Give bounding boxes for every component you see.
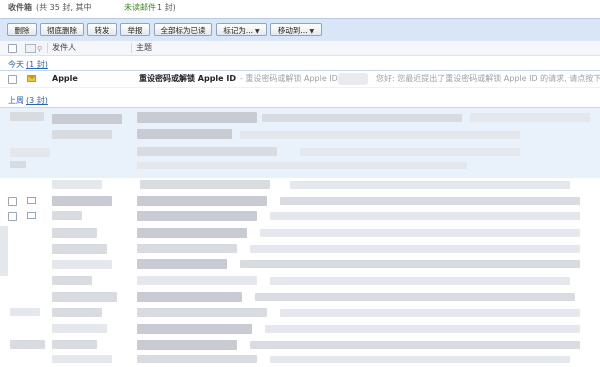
blurred-block bbox=[137, 112, 257, 123]
blurred-block bbox=[52, 292, 117, 302]
blurred-block bbox=[52, 355, 112, 363]
group-last-week-label: 上周 bbox=[8, 96, 24, 105]
blurred-block bbox=[470, 113, 590, 122]
group-last-week-count: (3 封) bbox=[26, 96, 48, 105]
blurred-block bbox=[265, 325, 580, 333]
move-to-dropdown[interactable]: 移动到... ▼ bbox=[270, 23, 322, 36]
group-today-count: (1 封) bbox=[26, 60, 48, 69]
mark-as-dropdown[interactable]: 标记为... ▼ bbox=[216, 23, 267, 36]
blurred-block bbox=[240, 131, 520, 139]
blurred-block bbox=[137, 162, 467, 169]
folder-title-bar: 收件箱 (共 35 封, 其中 未读邮件 1 封) bbox=[0, 0, 600, 16]
message-checkbox[interactable] bbox=[8, 212, 17, 221]
blurred-block bbox=[10, 148, 50, 157]
blurred-block bbox=[270, 277, 570, 285]
blurred-block bbox=[137, 324, 252, 334]
blurred-block bbox=[290, 181, 570, 189]
message-list-header: ⚲ 发件人 主题 bbox=[0, 41, 600, 56]
message-subject: 重设密码或解锁 Apple ID bbox=[139, 74, 236, 83]
mark-all-read-button[interactable]: 全部标为已读 bbox=[154, 23, 212, 36]
sender-column-header[interactable]: 发件人 bbox=[52, 41, 76, 55]
blurred-block bbox=[300, 148, 520, 156]
blurred-block bbox=[137, 196, 267, 206]
message-row[interactable]: Apple 重设密码或解锁 Apple ID - 重设密码或解锁 Apple I… bbox=[0, 71, 600, 88]
blurred-block bbox=[52, 308, 102, 317]
blurred-block bbox=[262, 114, 462, 122]
blurred-block bbox=[280, 197, 580, 205]
blurred-block bbox=[137, 211, 257, 221]
select-all-checkbox[interactable] bbox=[8, 44, 17, 53]
unread-envelope-icon bbox=[27, 75, 36, 82]
message-preview-body: 您好: 您最近提出了重设密码或解锁 Apple ID 的请求, 请点按下 bbox=[376, 74, 600, 83]
blurred-block bbox=[10, 340, 45, 349]
blurred-block bbox=[270, 212, 580, 220]
report-spam-button[interactable]: 举报 bbox=[120, 23, 150, 36]
blurred-block bbox=[270, 356, 570, 363]
blurred-block bbox=[52, 196, 112, 206]
read-envelope-icon bbox=[27, 212, 36, 219]
blurred-block bbox=[255, 293, 575, 301]
forward-button[interactable]: 转发 bbox=[87, 23, 117, 36]
blurred-block bbox=[137, 244, 237, 253]
redacted-region bbox=[338, 73, 368, 85]
blurred-block bbox=[250, 245, 580, 253]
unread-count: 1 封) bbox=[157, 3, 176, 12]
blurred-block bbox=[52, 340, 97, 349]
blurred-block bbox=[10, 161, 26, 168]
group-last-week[interactable]: 上周 (3 封) bbox=[8, 95, 48, 107]
column-divider bbox=[47, 43, 48, 53]
folder-name: 收件箱 bbox=[8, 3, 32, 12]
blurred-block bbox=[137, 129, 232, 139]
message-preview: - 重设密码或解锁 Apple ID bbox=[240, 74, 338, 83]
blurred-block bbox=[140, 180, 270, 189]
blurred-block bbox=[10, 112, 44, 121]
blurred-block bbox=[0, 226, 8, 276]
chevron-down-icon: ▼ bbox=[309, 28, 315, 35]
blurred-block bbox=[52, 211, 82, 220]
mail-toolbar: 删除 彻底删除 转发 举报 全部标为已读 标记为... ▼ 移动到... ▼ bbox=[0, 18, 600, 42]
message-sender: Apple bbox=[52, 74, 78, 83]
blurred-block bbox=[240, 260, 580, 268]
delete-button[interactable]: 删除 bbox=[7, 23, 37, 36]
blurred-block bbox=[52, 114, 122, 124]
subject-column-header[interactable]: 主题 bbox=[136, 41, 152, 55]
blurred-block bbox=[52, 130, 112, 139]
message-checkbox[interactable] bbox=[8, 75, 17, 84]
message-count: (共 35 封, 其中 bbox=[36, 3, 92, 12]
blurred-block bbox=[52, 244, 107, 254]
blurred-block bbox=[250, 341, 580, 349]
blurred-block bbox=[137, 276, 257, 285]
blurred-block bbox=[10, 308, 40, 316]
delete-permanently-button[interactable]: 彻底删除 bbox=[40, 23, 84, 36]
blurred-block bbox=[137, 228, 247, 238]
blurred-block bbox=[260, 229, 580, 237]
blurred-block bbox=[52, 180, 102, 189]
blurred-block bbox=[52, 324, 107, 333]
blurred-block bbox=[137, 292, 242, 302]
blurred-block bbox=[137, 147, 277, 156]
blurred-block bbox=[137, 340, 237, 350]
group-today-label: 今天 bbox=[8, 60, 24, 69]
chevron-down-icon: ▼ bbox=[255, 28, 260, 35]
blurred-block bbox=[52, 260, 112, 269]
blurred-block bbox=[137, 259, 227, 269]
read-envelope-icon bbox=[27, 197, 36, 204]
blurred-block bbox=[137, 308, 267, 317]
column-divider bbox=[131, 43, 132, 53]
blurred-block bbox=[280, 309, 580, 317]
unread-link[interactable]: 未读邮件 bbox=[124, 0, 156, 16]
blurred-block bbox=[137, 355, 257, 363]
blurred-block bbox=[52, 228, 97, 238]
attachment-icon: ⚲ bbox=[37, 45, 43, 53]
message-checkbox[interactable] bbox=[8, 197, 17, 206]
envelope-icon bbox=[25, 44, 36, 53]
blurred-block bbox=[52, 276, 92, 285]
